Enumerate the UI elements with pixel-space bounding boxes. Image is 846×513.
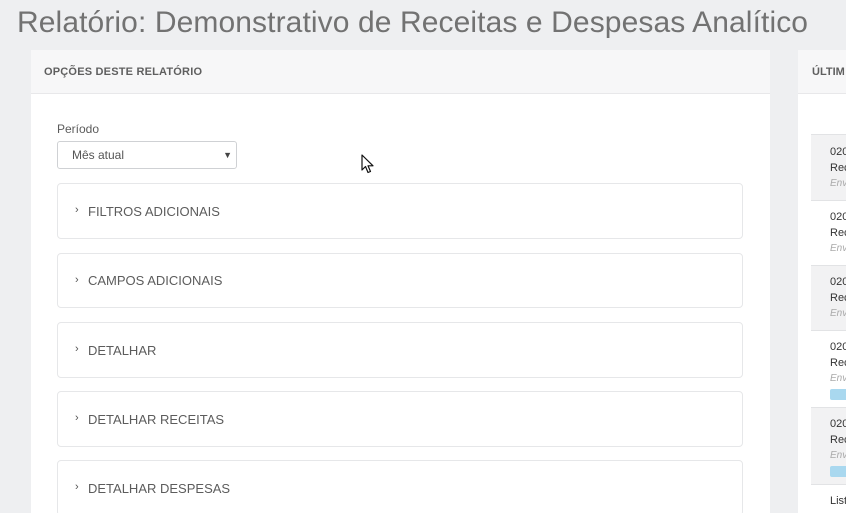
item-line: Rec <box>830 292 846 304</box>
item-sub: Env <box>830 450 846 461</box>
section-label: DETALHAR RECEITAS <box>88 411 225 427</box>
list-item[interactable]: 020 Rec Env <box>811 407 846 484</box>
item-line: Rec <box>830 434 846 446</box>
section-detalhar-despesas[interactable]: › DETALHAR DESPESAS <box>57 460 743 513</box>
list-item[interactable]: 020 Rec Env <box>811 134 846 200</box>
chevron-right-icon: › <box>75 412 79 424</box>
page: Relatório: Demonstrativo de Receitas e D… <box>0 0 846 513</box>
list-all-link[interactable]: List <box>811 484 846 513</box>
page-title: Relatório: Demonstrativo de Receitas e D… <box>17 6 809 39</box>
section-label: FILTROS ADICIONAIS <box>88 203 220 219</box>
period-select[interactable]: Mês atual ▼ <box>57 141 237 169</box>
item-line: 020 <box>830 418 846 430</box>
recent-reports-panel: ÚLTIM 020 Rec Env 020 Rec Env 020 Rec En… <box>798 50 846 513</box>
list-item[interactable]: 020 Rec Env <box>811 200 846 265</box>
chevron-right-icon: › <box>75 481 79 493</box>
item-line: Rec <box>830 357 846 369</box>
section-campos-adicionais[interactable]: › CAMPOS ADICIONAIS <box>57 253 743 308</box>
report-options-header: OPÇÕES DESTE RELATÓRIO <box>31 50 770 94</box>
chevron-down-icon: ▼ <box>223 150 232 160</box>
item-sub: Env <box>830 178 846 189</box>
period-label: Período <box>57 122 100 136</box>
section-filtros-adicionais[interactable]: › FILTROS ADICIONAIS <box>57 183 743 239</box>
recent-reports-header: ÚLTIM <box>798 50 846 94</box>
section-label: DETALHAR <box>88 342 157 358</box>
item-line: 020 <box>830 211 846 223</box>
mouse-cursor-icon <box>361 154 374 174</box>
item-line: 020 <box>830 276 846 288</box>
list-item[interactable]: 020 Rec Env <box>811 265 846 330</box>
report-options-panel: OPÇÕES DESTE RELATÓRIO Período Mês atual… <box>31 50 770 513</box>
item-line: 020 <box>830 341 846 353</box>
status-badge <box>830 389 846 400</box>
period-select-value: Mês atual <box>72 148 125 162</box>
section-label: DETALHAR DESPESAS <box>88 480 231 496</box>
item-sub: Env <box>830 373 846 384</box>
item-sub: Env <box>830 308 846 319</box>
chevron-right-icon: › <box>75 204 79 216</box>
status-badge <box>830 466 846 477</box>
chevron-right-icon: › <box>75 343 79 355</box>
item-line: Rec <box>830 162 846 174</box>
list-item[interactable]: 020 Rec Env <box>811 330 846 407</box>
item-line: Rec <box>830 227 846 239</box>
item-line: 020 <box>830 146 846 158</box>
section-label: CAMPOS ADICIONAIS <box>88 273 223 288</box>
chevron-right-icon: › <box>75 273 79 286</box>
section-detalhar-receitas[interactable]: › DETALHAR RECEITAS <box>57 391 743 447</box>
section-detalhar[interactable]: › DETALHAR <box>57 322 743 378</box>
item-sub: Env <box>830 243 846 254</box>
